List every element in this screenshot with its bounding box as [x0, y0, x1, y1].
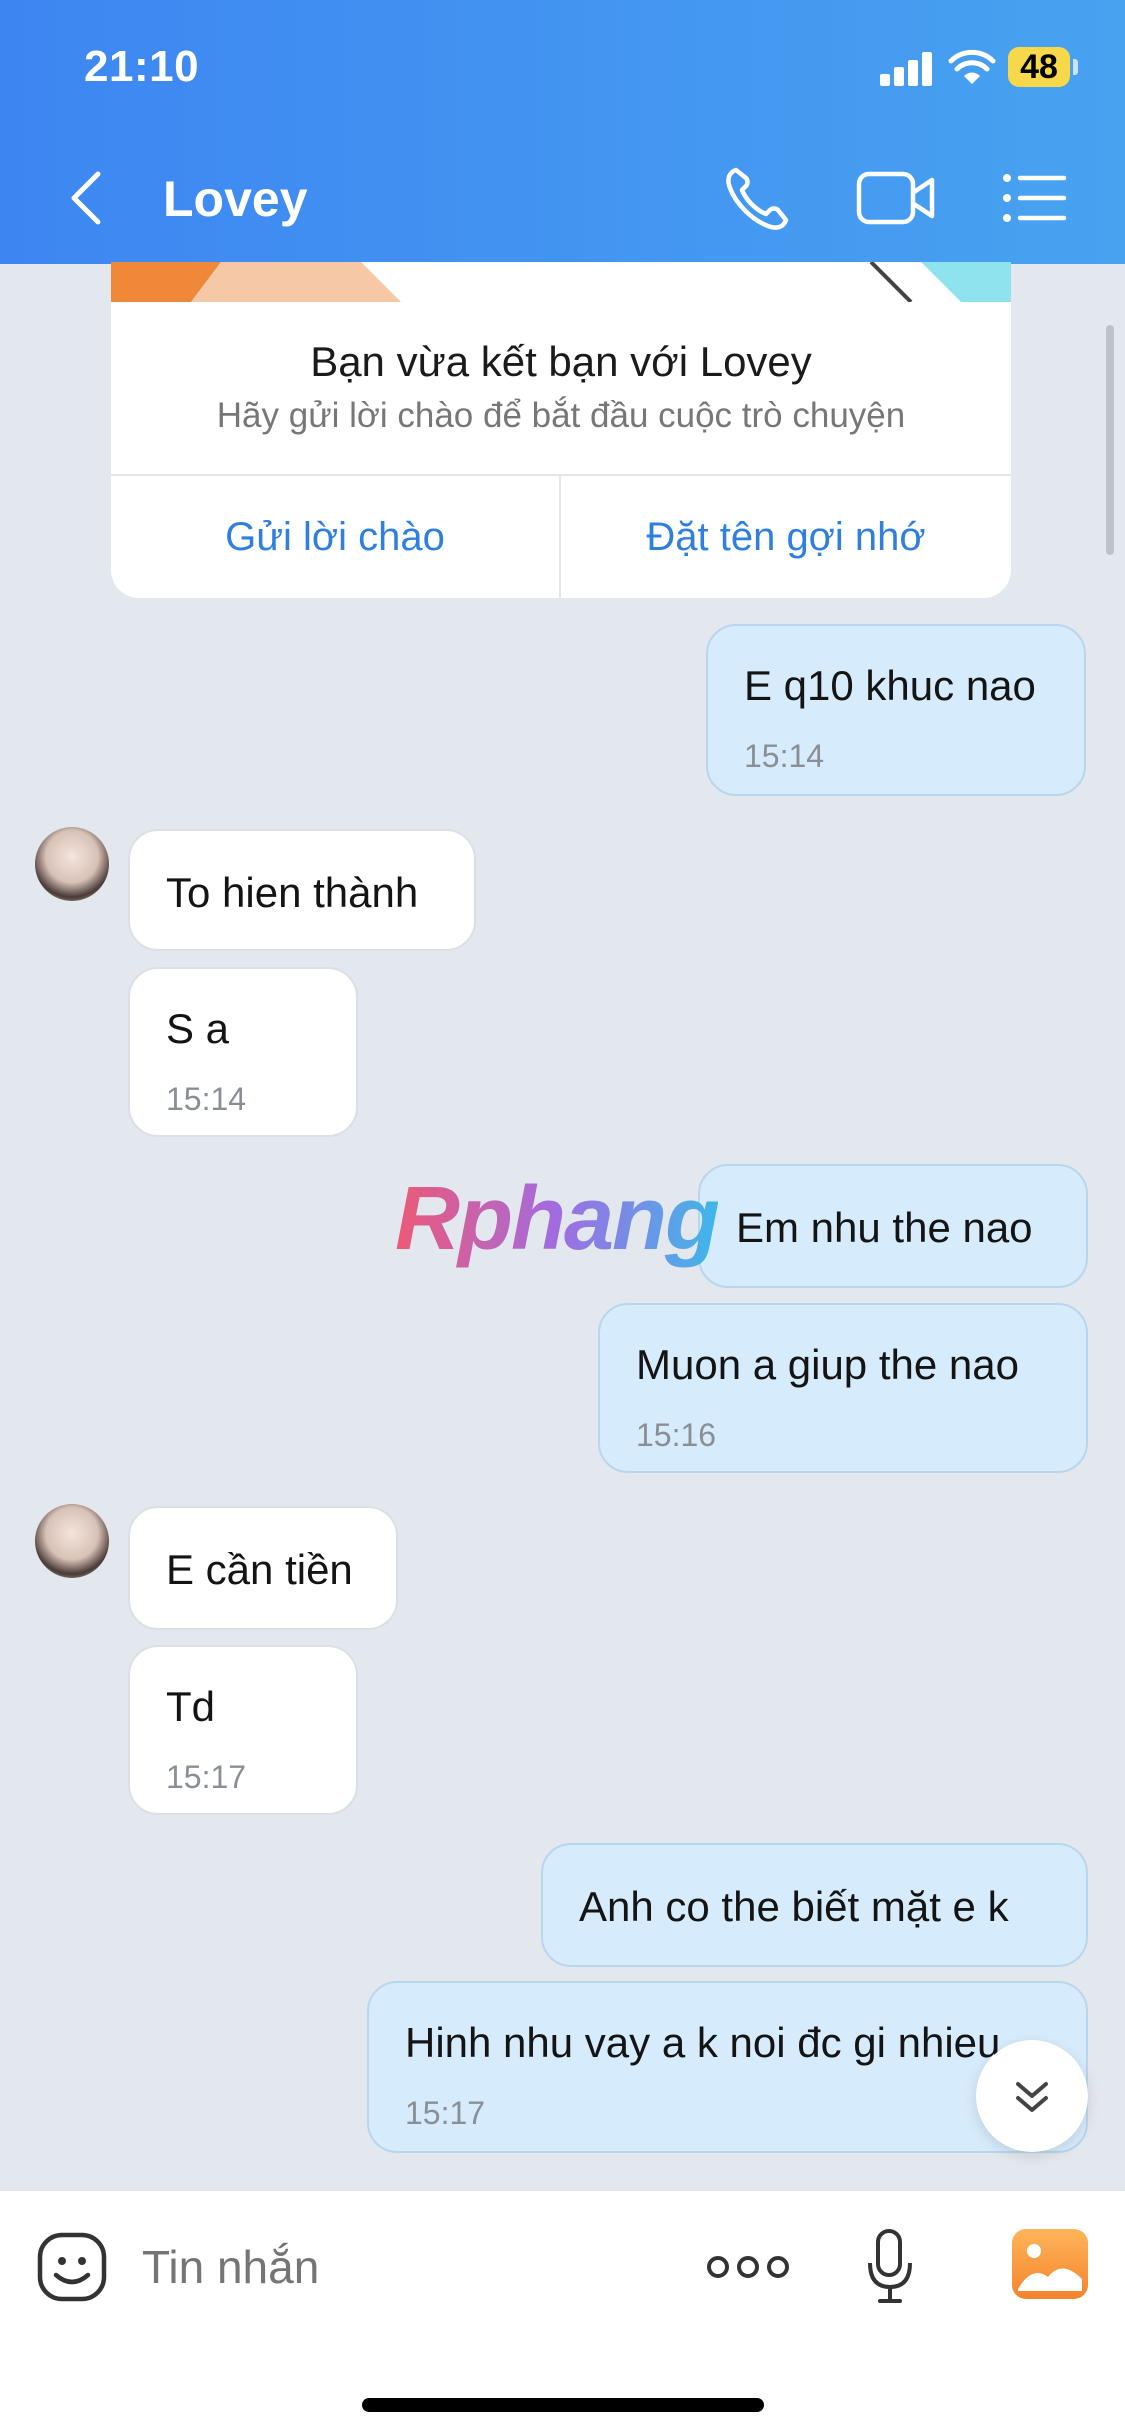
message-text: Hinh nhu vay a k noi đc gi nhieu: [405, 2019, 1001, 2066]
wifi-icon: [948, 49, 996, 84]
watermark-logo: Rphang: [395, 1169, 720, 1269]
message-bubble-outgoing[interactable]: E q10 khuc nao 15:14: [706, 624, 1086, 796]
message-text: To hien thành: [166, 869, 419, 916]
more-options-icon[interactable]: [706, 2251, 790, 2283]
double-chevron-down-icon: [1016, 2082, 1048, 2112]
menu-list-icon[interactable]: [1002, 170, 1068, 226]
message-text: E cần tiền: [166, 1546, 353, 1593]
signal-icon: [880, 52, 934, 86]
message-time: 15:14: [744, 738, 825, 774]
card-title: Bạn vừa kết bạn với Lovey: [310, 338, 812, 385]
message-bubble-incoming[interactable]: E cần tiền: [128, 1506, 398, 1630]
back-arrow-icon[interactable]: [62, 168, 112, 228]
message-bubble-incoming[interactable]: Td 15:17: [128, 1645, 358, 1815]
message-time: 15:14: [166, 1081, 247, 1117]
message-bubble-outgoing[interactable]: Muon a giup the nao 15:16: [598, 1303, 1088, 1473]
card-banner-decoration: [111, 262, 1011, 302]
message-text: Muon a giup the nao: [636, 1341, 1019, 1388]
message-text: Em nhu the nao: [736, 1204, 1033, 1251]
message-text: S a: [166, 1005, 230, 1052]
scroll-to-bottom-button[interactable]: [976, 2040, 1088, 2152]
chat-title[interactable]: Lovey: [163, 170, 308, 228]
set-nickname-button[interactable]: Đặt tên gợi nhớ: [561, 476, 1011, 598]
contact-avatar[interactable]: [35, 1504, 109, 1578]
battery-indicator: 48: [1008, 47, 1070, 87]
card-subtitle: Hãy gửi lời chào để bắt đầu cuộc trò chu…: [216, 396, 906, 435]
message-bubble-outgoing[interactable]: Anh co the biết mặt e k: [541, 1843, 1088, 1967]
image-icon: [1018, 2244, 1082, 2291]
video-call-icon[interactable]: [856, 168, 936, 228]
battery-tip: [1073, 59, 1078, 75]
chat-header: 21:10 48 Lovey: [0, 0, 1125, 264]
message-text: E q10 khuc nao: [744, 662, 1036, 709]
message-time: 15:17: [405, 2095, 486, 2131]
message-input[interactable]: [142, 2231, 662, 2303]
home-indicator: [362, 2398, 764, 2412]
contact-avatar[interactable]: [35, 827, 109, 901]
status-time: 21:10: [84, 42, 200, 91]
friend-added-card: Bạn vừa kết bạn với Lovey Hãy gửi lời ch…: [111, 262, 1011, 598]
phone-call-icon[interactable]: [722, 164, 792, 234]
sticker-emoji-icon[interactable]: [36, 2231, 108, 2303]
voice-microphone-icon[interactable]: [864, 2227, 920, 2307]
send-greeting-button[interactable]: Gửi lời chào: [111, 476, 559, 598]
message-bubble-incoming[interactable]: To hien thành: [128, 829, 476, 951]
message-text: Td: [166, 1683, 216, 1730]
message-text: Anh co the biết mặt e k: [579, 1883, 1009, 1930]
message-bubble-incoming[interactable]: S a 15:14: [128, 967, 358, 1137]
photo-gallery-icon[interactable]: [1012, 2229, 1088, 2299]
message-time: 15:16: [636, 1417, 717, 1453]
message-bubble-outgoing[interactable]: Em nhu the nao: [698, 1164, 1088, 1288]
scrollbar[interactable]: [1106, 325, 1114, 555]
message-time: 15:17: [166, 1759, 247, 1795]
